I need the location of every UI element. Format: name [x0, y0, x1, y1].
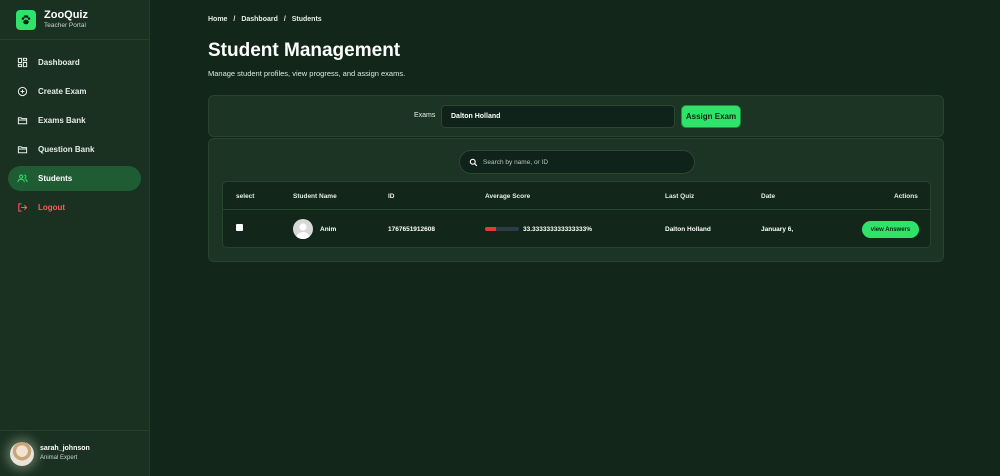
sidebar-item-create-exam[interactable]: Create Exam — [8, 79, 141, 104]
view-answers-button[interactable]: view Answers — [862, 221, 919, 238]
sidebar-item-students[interactable]: Students — [8, 166, 141, 191]
sidebar: ZooQuiz Teacher Portal Dashboard Create … — [0, 0, 150, 476]
sidebar-item-label: Question Bank — [38, 145, 95, 154]
students-table: select Student Name ID Average Score Las… — [222, 181, 931, 248]
column-header-last-quiz: Last Quiz — [665, 193, 695, 200]
student-name: Anim — [320, 226, 337, 233]
score-progress-fill — [485, 227, 497, 231]
user-silhouette-icon — [296, 223, 310, 239]
brand[interactable]: ZooQuiz Teacher Portal — [0, 0, 149, 40]
score-progress-bar — [485, 227, 519, 231]
plus-circle-icon — [17, 86, 28, 97]
breadcrumb-dashboard[interactable]: Dashboard — [241, 16, 278, 23]
search-icon — [469, 158, 478, 166]
assign-exam-panel: Exams Dalton Holland Assign Exam — [208, 95, 944, 137]
folder-icon — [17, 146, 28, 154]
brand-name: ZooQuiz — [44, 9, 88, 21]
assign-exam-button[interactable]: Assign Exam — [682, 106, 740, 127]
column-header-actions: Actions — [894, 193, 918, 200]
quiz-date: January 6, — [761, 226, 794, 233]
grid-icon — [17, 57, 28, 68]
breadcrumb-separator: / — [283, 16, 286, 23]
sidebar-item-dashboard[interactable]: Dashboard — [8, 50, 141, 75]
student-avatar — [293, 219, 313, 239]
column-header-average-score: Average Score — [485, 193, 531, 200]
user-name: sarah_johnson — [40, 445, 90, 452]
paw-icon — [16, 9, 36, 30]
column-header-student-name: Student Name — [293, 193, 337, 200]
table-header: select Student Name ID Average Score Las… — [223, 182, 930, 210]
sidebar-item-label: Dashboard — [38, 58, 80, 67]
page-subtitle: Manage student profiles, view progress, … — [208, 69, 406, 78]
sidebar-nav: Dashboard Create Exam Exams Bank Questio… — [0, 40, 149, 220]
column-header-id: ID — [388, 193, 395, 200]
breadcrumb-home[interactable]: Home — [208, 16, 227, 23]
exam-select[interactable]: Dalton Holland — [441, 105, 675, 128]
last-quiz: Dalton Holland — [665, 226, 711, 233]
search-input[interactable] — [483, 158, 683, 166]
exam-label: Exams — [414, 112, 436, 119]
page-title: Student Management — [208, 40, 401, 61]
breadcrumb-students: Students — [291, 16, 322, 23]
user-profile[interactable]: sarah_johnson Animal Expert — [0, 430, 150, 476]
sidebar-item-label: Students — [38, 174, 73, 183]
breadcrumb-separator: / — [233, 16, 236, 23]
folder-icon — [17, 117, 28, 125]
students-panel: select Student Name ID Average Score Las… — [208, 138, 944, 262]
sidebar-item-logout[interactable]: Logout — [8, 195, 141, 220]
column-header-select: select — [236, 193, 255, 200]
student-id: 1767651912608 — [388, 226, 435, 233]
avatar — [10, 441, 34, 466]
sidebar-item-label: Logout — [38, 203, 66, 212]
search-bar[interactable] — [459, 150, 695, 174]
sidebar-item-label: Create Exam — [38, 87, 87, 96]
sidebar-item-question-bank[interactable]: Question Bank — [8, 137, 141, 162]
table-row: Anim 1767651912608 33.333333333333333% D… — [223, 211, 930, 248]
user-role: Animal Expert — [40, 455, 78, 461]
breadcrumb: Home / Dashboard / Students — [208, 16, 326, 23]
sidebar-item-label: Exams Bank — [38, 116, 86, 125]
row-select-checkbox[interactable] — [236, 224, 243, 231]
brand-subtitle: Teacher Portal — [44, 22, 86, 29]
users-icon — [17, 174, 28, 183]
average-score: 33.333333333333333% — [523, 226, 593, 233]
sidebar-item-exams-bank[interactable]: Exams Bank — [8, 108, 141, 133]
logout-icon — [18, 203, 28, 212]
column-header-date: Date — [761, 193, 776, 200]
